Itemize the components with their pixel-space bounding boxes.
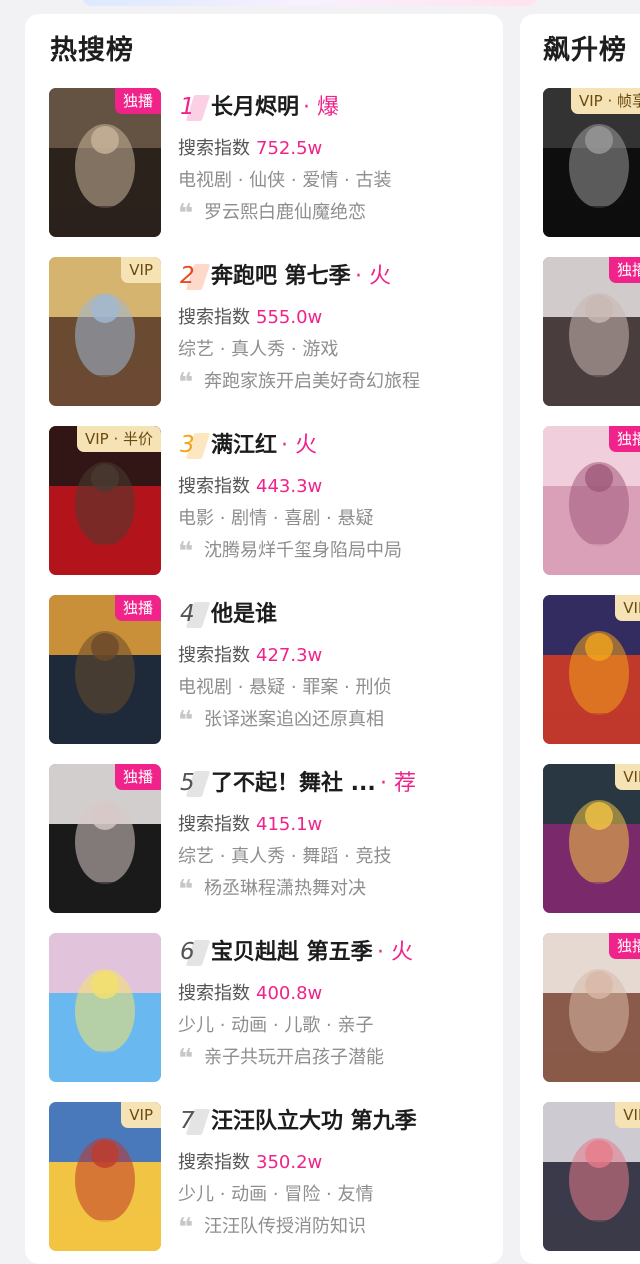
heat-tag: · 火	[377, 940, 413, 965]
rising-show-poster[interactable]: VIP	[543, 1102, 640, 1251]
show-title[interactable]: 汪汪队立大功 第九季	[211, 1105, 417, 1139]
hot-list-item[interactable]: 独播 1 长月烬明 · 爆搜索指数 752.5w 电视剧 · 仙侠 · 爱情 · 古装 ❝ 罗…	[49, 88, 489, 238]
hot-search-panel: 热搜榜 独播 1 长月烬明 · 爆搜索指数 752.5w 电视剧 · 仙侠 · 爱情 · …	[25, 14, 503, 1264]
search-index-value: 400.8w	[256, 983, 323, 1004]
rising-show-poster[interactable]: VIP	[543, 764, 640, 913]
exclusive-badge: 独播	[114, 88, 161, 114]
heat-tag: · 火	[355, 264, 391, 289]
search-index-value: 752.5w	[256, 138, 323, 159]
hot-list-item[interactable]: VIP 2 奔跑吧 第七季 · 火搜索指数 555.0w 综艺 · 真人秀 · 游戏 ❝ 奔跑…	[49, 257, 489, 407]
vip-badge: VIP	[615, 595, 640, 621]
recommend-quote: ❝ 杨丞琳程潇热舞对决	[178, 875, 366, 905]
show-title[interactable]: 他是谁	[211, 598, 277, 632]
recommend-quote: ❝ 汪汪队传授消防知识	[178, 1213, 366, 1243]
hot-list-item[interactable]: 6 宝贝赳赳 第五季 · 火搜索指数 400.8w 少儿 · 动画 · 儿歌 · 亲子 ❝…	[49, 933, 489, 1083]
search-index-value: 443.3w	[256, 476, 323, 497]
genre-tags: 电视剧 · 仙侠 · 爱情 · 古装	[178, 170, 392, 191]
hot-list-item[interactable]: 独播 5 了不起！舞社 ... · 荐搜索指数 415.1w 综艺 · 真人秀 · 舞蹈 …	[49, 764, 489, 914]
search-index: 搜索指数 415.1w	[178, 814, 323, 835]
exclusive-badge: 独播	[608, 257, 640, 283]
rising-title: 飙升榜	[543, 35, 627, 66]
search-index: 搜索指数 752.5w	[178, 138, 323, 159]
rank-number: 2	[178, 260, 211, 292]
exclusive-badge: 独播	[114, 595, 161, 621]
vip-badge: VIP	[121, 257, 161, 283]
recommend-quote: ❝ 沈腾易烊千玺身陷局中局	[178, 537, 402, 567]
rising-show-poster[interactable]: 独播	[543, 426, 640, 575]
show-poster[interactable]: 独播	[49, 88, 161, 237]
quote-icon: ❝	[178, 875, 193, 905]
rank-number: 7	[178, 1105, 211, 1137]
hot-list-item[interactable]: 独播 4 他是谁搜索指数 427.3w 电视剧 · 悬疑 · 罪案 · 刑侦 ❝ 张译迷案追…	[49, 595, 489, 745]
exclusive-badge: 独播	[608, 426, 640, 452]
rising-show-poster[interactable]: VIP · 帧享	[543, 88, 640, 237]
search-index-value: 555.0w	[256, 307, 323, 328]
exclusive-badge: 独播	[114, 764, 161, 790]
show-poster[interactable]: VIP	[49, 257, 161, 406]
show-title[interactable]: 满江红	[211, 429, 277, 463]
show-poster[interactable]: VIP · 半价	[49, 426, 161, 575]
rising-show-poster[interactable]: VIP	[543, 595, 640, 744]
genre-tags: 少儿 · 动画 · 儿歌 · 亲子	[178, 1015, 374, 1036]
search-index: 搜索指数 443.3w	[178, 476, 323, 497]
exclusive-badge: 独播	[608, 933, 640, 959]
quote-icon: ❝	[178, 706, 193, 736]
quote-icon: ❝	[178, 199, 193, 229]
vip-badge: VIP	[615, 764, 640, 790]
quote-icon: ❝	[178, 1044, 193, 1074]
search-index-value: 427.3w	[256, 645, 323, 666]
vip-badge: VIP · 帧享	[570, 88, 640, 114]
recommend-quote: ❝ 罗云熙白鹿仙魔绝恋	[178, 199, 366, 229]
poster-art	[49, 933, 161, 1082]
rising-panel: 飙升榜 VIP · 帧享独播独播VIPVIP独播VIP	[520, 14, 640, 1264]
genre-tags: 电视剧 · 悬疑 · 罪案 · 刑侦	[178, 677, 392, 698]
search-index: 搜索指数 350.2w	[178, 1152, 323, 1173]
rising-show-poster[interactable]: 独播	[543, 933, 640, 1082]
genre-tags: 少儿 · 动画 · 冒险 · 友情	[178, 1184, 374, 1205]
recommend-quote: ❝ 奔跑家族开启美好奇幻旅程	[178, 368, 420, 398]
search-index: 搜索指数 427.3w	[178, 645, 323, 666]
show-title[interactable]: 了不起！舞社 ...	[211, 767, 376, 801]
quote-icon: ❝	[178, 1213, 193, 1243]
vip-badge: VIP · 半价	[76, 426, 161, 452]
genre-tags: 电影 · 剧情 · 喜剧 · 悬疑	[178, 508, 374, 529]
show-poster[interactable]: VIP	[49, 1102, 161, 1251]
rank-number: 6	[178, 936, 211, 968]
heat-tag: · 爆	[303, 95, 339, 120]
quote-icon: ❝	[178, 537, 193, 567]
hot-list-item[interactable]: VIP 7 汪汪队立大功 第九季搜索指数 350.2w 少儿 · 动画 · 冒险 · 友…	[49, 1102, 489, 1252]
recommend-quote: ❝ 张译迷案追凶还原真相	[178, 706, 384, 736]
heat-tag: · 荐	[380, 771, 416, 796]
show-poster[interactable]: 独播	[49, 764, 161, 913]
vip-badge: VIP	[121, 1102, 161, 1128]
hot-search-title: 热搜榜	[50, 35, 134, 66]
recommend-quote: ❝ 亲子共玩开启孩子潜能	[178, 1044, 384, 1074]
vip-badge: VIP	[615, 1102, 640, 1128]
top-banner-strip	[82, 0, 537, 6]
rank-number: 5	[178, 767, 211, 799]
genre-tags: 综艺 · 真人秀 · 舞蹈 · 竞技	[178, 846, 392, 867]
hot-list-item[interactable]: VIP · 半价 3 满江红 · 火搜索指数 443.3w 电影 · 剧情 · 喜剧 · …	[49, 426, 489, 576]
rank-number: 1	[178, 91, 211, 123]
rank-number: 4	[178, 598, 211, 630]
heat-tag: · 火	[281, 433, 317, 458]
show-title[interactable]: 长月烬明	[211, 91, 299, 125]
genre-tags: 综艺 · 真人秀 · 游戏	[178, 339, 339, 360]
search-index-value: 350.2w	[256, 1152, 323, 1173]
search-index: 搜索指数 400.8w	[178, 983, 323, 1004]
show-title[interactable]: 宝贝赳赳 第五季	[211, 936, 373, 970]
rank-number: 3	[178, 429, 211, 461]
quote-icon: ❝	[178, 368, 193, 398]
show-poster[interactable]	[49, 933, 161, 1082]
show-poster[interactable]: 独播	[49, 595, 161, 744]
search-index-value: 415.1w	[256, 814, 323, 835]
show-title[interactable]: 奔跑吧 第七季	[211, 260, 351, 294]
rising-show-poster[interactable]: 独播	[543, 257, 640, 406]
search-index: 搜索指数 555.0w	[178, 307, 323, 328]
